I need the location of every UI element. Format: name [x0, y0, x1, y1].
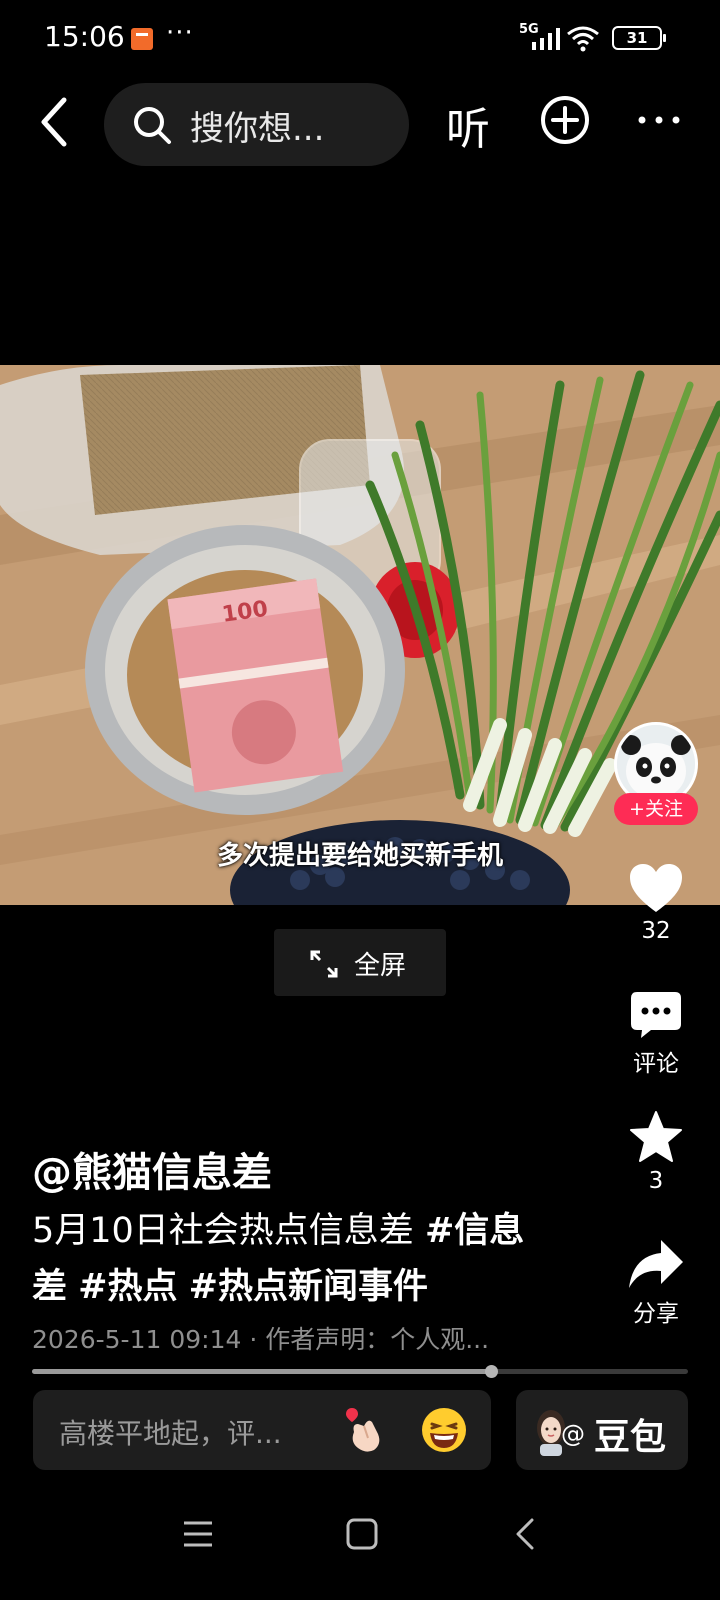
signal-icon: [532, 28, 560, 50]
progress-thumb[interactable]: [485, 1365, 499, 1378]
hashtag[interactable]: #热点新闻事件: [189, 1267, 428, 1307]
system-navigation-bar: [0, 1510, 720, 1570]
search-icon: [134, 107, 171, 144]
description-text: 5月10日社会热点信息差: [32, 1211, 425, 1251]
battery-level: 31: [626, 29, 648, 47]
doubao-button[interactable]: @ 豆包: [516, 1390, 688, 1470]
comment-placeholder: 高楼平地起，评...: [59, 1417, 282, 1450]
fullscreen-button[interactable]: 全屏: [274, 929, 446, 996]
back-icon: [41, 97, 67, 147]
panda-avatar-image: [617, 725, 695, 803]
notification-icon: [131, 28, 153, 50]
top-nav: 搜你想... 听: [0, 80, 720, 166]
star-icon: [630, 1111, 682, 1162]
status-more-dots: ···: [166, 18, 194, 48]
battery-icon: 31: [612, 26, 666, 50]
video-progress-bar[interactable]: [32, 1365, 688, 1378]
home-icon[interactable]: [344, 1516, 380, 1552]
doubao-label: 豆包: [594, 1417, 667, 1458]
search-input[interactable]: 搜你想...: [104, 83, 409, 166]
share-icon: [629, 1240, 683, 1288]
comment-input[interactable]: 高楼平地起，评...: [33, 1390, 491, 1470]
author-name[interactable]: @熊猫信息差: [32, 1140, 272, 1198]
comment-icon: [631, 992, 681, 1038]
fullscreen-icon: [310, 950, 338, 978]
comment-label: 评论: [633, 1051, 679, 1077]
video-frame-image: 100: [0, 365, 720, 905]
back-button[interactable]: [30, 92, 80, 152]
heart-icon: [630, 864, 682, 912]
doubao-at-symbol: @: [561, 1420, 585, 1448]
video-player[interactable]: 100 多次提出要给她买新手机: [0, 365, 720, 905]
like-count: 32: [641, 918, 671, 944]
back-nav-icon[interactable]: [508, 1516, 544, 1552]
follow-button[interactable]: +关注: [614, 793, 698, 825]
favorite-button[interactable]: 3: [610, 1110, 702, 1194]
wifi-icon: [567, 26, 599, 52]
more-button[interactable]: [634, 98, 684, 142]
hashtag[interactable]: #热点: [78, 1267, 177, 1307]
status-bar: 15:06 ··· 5G 31: [0, 0, 720, 80]
favorite-count: 3: [648, 1168, 664, 1194]
menu-icon[interactable]: [180, 1516, 216, 1552]
status-time: 15:06: [44, 20, 125, 53]
like-button[interactable]: 32: [610, 862, 702, 944]
progress-fill: [32, 1369, 492, 1374]
listen-button[interactable]: 听: [446, 93, 490, 157]
post-meta[interactable]: 2026-5-11 09:14 · 作者声明：个人观...: [32, 1320, 489, 1356]
add-icon: [541, 96, 589, 144]
search-placeholder: 搜你想...: [190, 109, 325, 149]
fullscreen-label: 全屏: [354, 951, 407, 981]
comment-button[interactable]: 评论: [610, 990, 702, 1078]
share-label: 分享: [633, 1301, 679, 1327]
video-description: 5月10日社会热点信息差 #信息差 #热点 #热点新闻事件: [32, 1203, 552, 1315]
heart-hand-icon[interactable]: [338, 1404, 390, 1456]
laugh-emoji-icon[interactable]: [418, 1404, 470, 1456]
add-button[interactable]: [540, 95, 590, 145]
share-button[interactable]: 分享: [610, 1238, 702, 1328]
more-icon: [638, 116, 680, 124]
